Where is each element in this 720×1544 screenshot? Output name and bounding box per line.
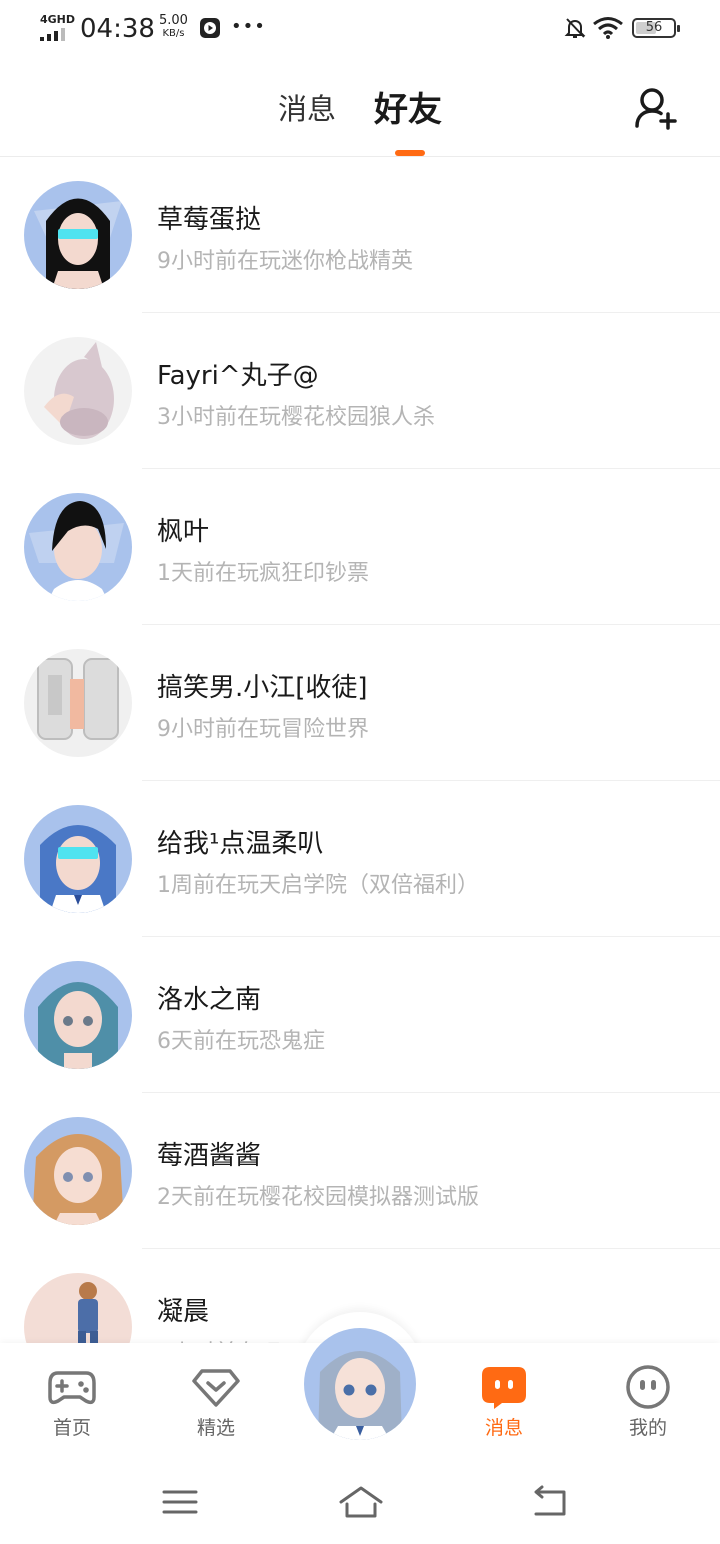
- menu-icon[interactable]: [160, 1482, 200, 1522]
- network-speed: 5.00 KB/s: [159, 14, 188, 40]
- nav-mine-label: 我的: [628, 1417, 667, 1439]
- home-icon[interactable]: [338, 1482, 384, 1522]
- friend-row[interactable]: Fayri^丸子@ 3小时前在玩樱花校园狼人杀: [0, 313, 720, 469]
- friend-activity: 9小时前在玩冒险世界: [157, 717, 369, 742]
- avatar[interactable]: [24, 961, 132, 1069]
- friend-activity: 6天前在玩恐鬼症: [157, 1029, 325, 1054]
- nav-messages[interactable]: 消息: [454, 1343, 554, 1443]
- friend-activity: 1天前在玩疯狂印钞票: [157, 561, 369, 586]
- message-bubble-icon: [482, 1367, 526, 1409]
- friend-name: 洛水之南: [157, 985, 262, 1015]
- avatar[interactable]: [24, 493, 132, 601]
- avatar[interactable]: [24, 337, 132, 445]
- friend-name: 草莓蛋挞: [157, 205, 262, 235]
- battery-indicator: 56: [632, 18, 680, 38]
- friend-name: 给我¹点温柔叭: [157, 829, 324, 859]
- avatar[interactable]: [24, 181, 132, 289]
- friend-name: 莓酒酱酱: [157, 1141, 262, 1171]
- center-avatar-button[interactable]: [304, 1328, 416, 1440]
- gamepad-icon: [48, 1371, 96, 1405]
- active-tab-indicator: [395, 150, 425, 156]
- friend-activity: 2天前在玩樱花校园模拟器测试版: [157, 1185, 479, 1210]
- friend-activity: 1周前在玩天启学院（双倍福利）: [157, 873, 479, 898]
- nav-mine[interactable]: 我的: [598, 1343, 698, 1443]
- nav-messages-label: 消息: [484, 1417, 523, 1439]
- battery-percent: 56: [645, 20, 663, 35]
- more-notifications-icon: •••: [231, 16, 266, 37]
- friend-row[interactable]: 莓酒酱酱 2天前在玩樱花校园模拟器测试版: [0, 1093, 720, 1249]
- friend-list: 草莓蛋挞 9小时前在玩迷你枪战精英 Fayri^丸子@ 3小时前在玩樱花校园狼人…: [0, 157, 720, 1343]
- system-navigation-bar: [0, 1460, 720, 1544]
- friend-row[interactable]: 给我¹点温柔叭 1周前在玩天启学院（双倍福利）: [0, 781, 720, 937]
- friend-row[interactable]: 洛水之南 6天前在玩恐鬼症: [0, 937, 720, 1093]
- avatar[interactable]: [24, 649, 132, 757]
- friend-row[interactable]: 搞笑男.小江[收徒] 9小时前在玩冒险世界: [0, 625, 720, 781]
- friend-activity: 1小时前在玩: [157, 1335, 281, 1343]
- nav-featured-label: 精选: [196, 1417, 235, 1439]
- avatar[interactable]: [24, 1117, 132, 1225]
- top-header: 消息 好友: [0, 56, 720, 157]
- friend-activity: 9小时前在玩迷你枪战精英: [157, 249, 413, 274]
- add-user-icon[interactable]: [632, 84, 680, 132]
- tab-messages[interactable]: 消息: [278, 86, 336, 128]
- nav-home[interactable]: 首页: [22, 1343, 122, 1443]
- avatar[interactable]: [24, 805, 132, 913]
- signal-bars-icon: [40, 27, 70, 41]
- featured-gem-icon: [192, 1369, 240, 1407]
- back-icon[interactable]: [530, 1482, 570, 1522]
- friend-row[interactable]: 枫叶 1天前在玩疯狂印钞票: [0, 469, 720, 625]
- status-time: 04:38: [80, 14, 155, 44]
- wifi-icon: [593, 17, 623, 39]
- bell-muted-icon: [564, 18, 586, 38]
- speed-value: 5.00: [159, 13, 188, 28]
- avatar: [304, 1328, 416, 1440]
- nav-featured[interactable]: 精选: [166, 1343, 266, 1443]
- media-player-icon: [200, 18, 220, 38]
- friend-activity: 3小时前在玩樱花校园狼人杀: [157, 405, 435, 430]
- nav-home-label: 首页: [52, 1417, 91, 1439]
- network-type: 4GHD: [40, 13, 76, 26]
- friend-name: Fayri^丸子@: [157, 361, 319, 391]
- profile-face-icon: [626, 1365, 670, 1409]
- friend-name: 搞笑男.小江[收徒]: [157, 673, 368, 703]
- friend-row[interactable]: 草莓蛋挞 9小时前在玩迷你枪战精英: [0, 157, 720, 313]
- speed-unit: KB/s: [162, 28, 185, 39]
- tab-friends[interactable]: 好友: [374, 82, 442, 131]
- avatar[interactable]: [24, 1273, 132, 1343]
- status-bar: 4GHD 04:38 5.00 KB/s ••• 56: [0, 0, 720, 56]
- friend-name: 枫叶: [157, 517, 210, 547]
- friend-name: 凝晨: [157, 1297, 210, 1327]
